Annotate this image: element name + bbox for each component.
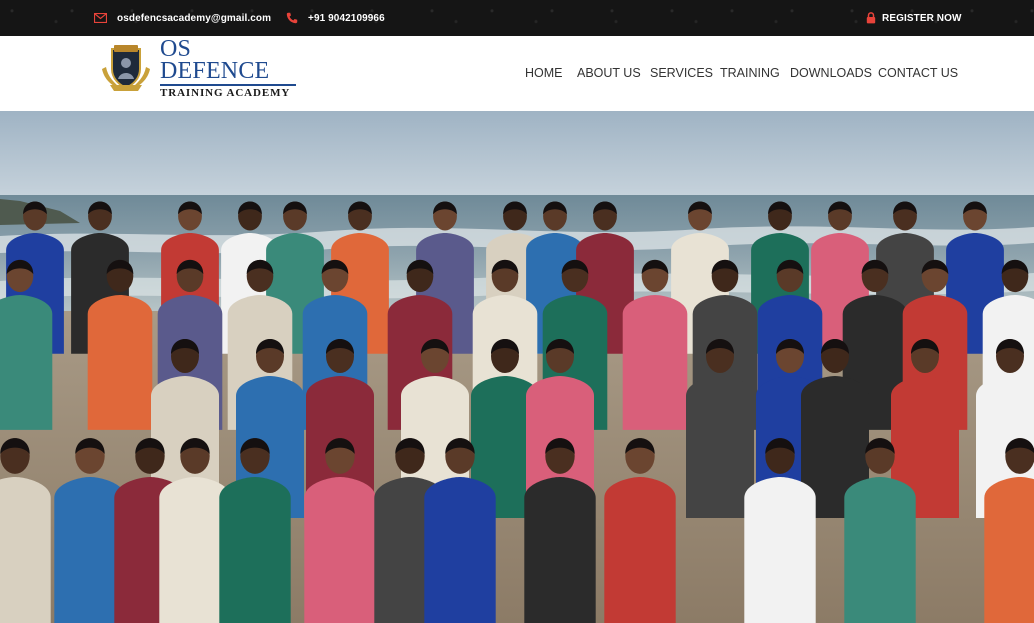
- nav-contact-us[interactable]: CONTACT US: [878, 66, 958, 80]
- nav-downloads[interactable]: DOWNLOADS: [790, 66, 872, 80]
- phone-text: +91 9042109966: [308, 12, 385, 24]
- hero-banner: [0, 111, 1034, 623]
- main-nav: HOME ABOUT US SERVICES TRAINING DOWNLOAD…: [0, 36, 1034, 111]
- phone-icon: [286, 12, 298, 24]
- phone-contact[interactable]: +91 9042109966: [286, 0, 385, 36]
- register-now-link[interactable]: REGISTER NOW: [866, 0, 962, 36]
- group-photo-image: [0, 111, 1034, 623]
- site-header: OS DEFENCE TRAINING ACADEMY HOME ABOUT U…: [0, 36, 1034, 111]
- nav-training[interactable]: TRAINING: [720, 66, 780, 80]
- email-contact[interactable]: osdefencsacademy@gmail.com: [94, 0, 271, 36]
- top-bar: osdefencsacademy@gmail.com +91 904210996…: [0, 0, 1034, 36]
- nav-home[interactable]: HOME: [525, 66, 563, 80]
- email-text: osdefencsacademy@gmail.com: [117, 12, 272, 24]
- envelope-icon: [94, 13, 107, 23]
- register-now-text: REGISTER NOW: [882, 12, 962, 24]
- nav-services[interactable]: SERVICES: [650, 66, 713, 80]
- nav-about-us[interactable]: ABOUT US: [577, 66, 641, 80]
- lock-icon: [866, 12, 876, 24]
